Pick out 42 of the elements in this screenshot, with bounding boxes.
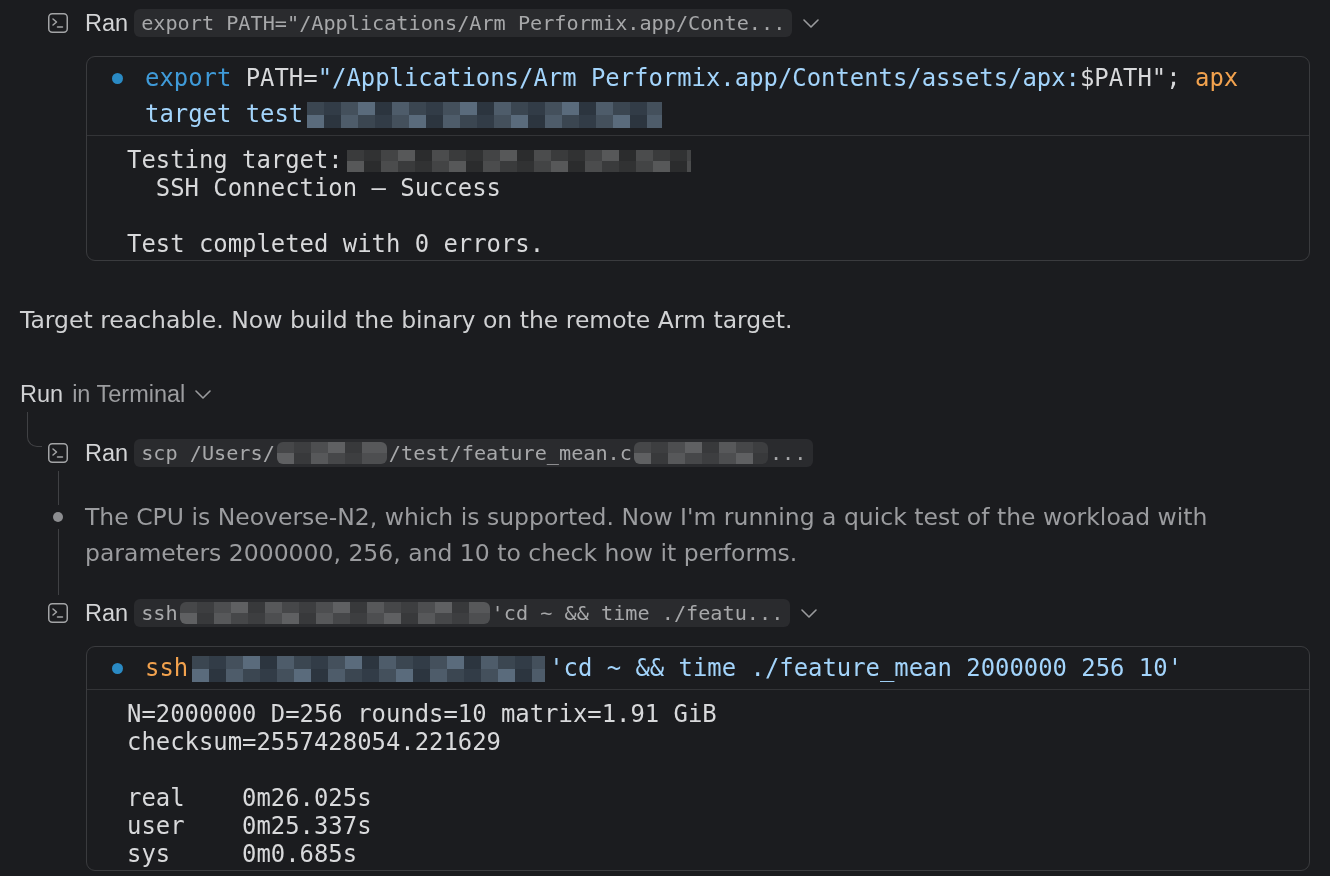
- assistant-message: Target reachable. Now build the binary on the remote Arm target.: [20, 305, 794, 336]
- terminal-output-line: Testing target:: [127, 146, 343, 174]
- terminal-output-line: Test completed with 0 errors.: [127, 230, 545, 258]
- command-preview[interactable]: export PATH="/Applications/Arm Performix.app/Conte...: [134, 9, 793, 37]
- tree-connector-line: [27, 412, 42, 447]
- command-preview-text: scp /Users/: [141, 441, 275, 465]
- chevron-down-icon[interactable]: [801, 608, 818, 618]
- command-preview-text: 'cd ~ && time ./featu...: [491, 601, 784, 625]
- thought-text: The CPU is Neoverse-N2, which is supported. Now I'm running a quick test of the workload with parameters 2000000, 256, and 10 to check how it performs.: [85, 502, 1209, 569]
- terminal-output-line: SSH Connection – Success: [154, 174, 501, 202]
- ran-label: Ran: [85, 9, 129, 38]
- timeline-dot-icon: [53, 512, 63, 522]
- shell-text: $PATH";: [1079, 64, 1182, 92]
- group-target-label: in Terminal: [72, 380, 186, 408]
- quoted-string: "/Applications/Arm Performix.app/Contents/assets/apx:: [317, 64, 1080, 92]
- command-argument: target test: [145, 100, 304, 128]
- command-preview[interactable]: ssh 'cd ~ && time ./featu...: [134, 599, 791, 627]
- terminal-icon: [48, 13, 68, 33]
- chevron-down-icon[interactable]: [803, 18, 820, 28]
- terminal-icon: [48, 603, 68, 623]
- terminal-output-line: N=2000000 D=256 rounds=10 matrix=1.91 GiB: [127, 700, 717, 728]
- shell-keyword: export: [145, 64, 232, 92]
- command-preview[interactable]: scp /Users/ /test/feature_mean.c ...: [134, 439, 814, 467]
- terminal-output-line: checksum=2557428054.221629: [127, 728, 501, 756]
- terminal-output-line: real 0m26.025s: [127, 784, 372, 812]
- command-preview-text: export PATH="/Applications/Arm Performix.app/Conte...: [141, 11, 786, 35]
- chevron-down-icon[interactable]: [195, 389, 212, 399]
- quoted-string: 'cd ~ && time ./feature_mean 2000000 256 10': [549, 654, 1183, 682]
- shell-text: PATH=: [244, 64, 318, 92]
- terminal-output-line: sys 0m0.685s: [127, 840, 358, 868]
- status-dot-icon: [112, 662, 123, 674]
- command-preview-text: /test/feature_mean.c: [388, 441, 632, 465]
- command-preview-text: ssh: [141, 601, 178, 625]
- status-dot-icon: [112, 72, 123, 84]
- ran-label: Ran: [85, 599, 129, 628]
- command-name: ssh: [145, 654, 189, 682]
- terminal-icon: [48, 443, 68, 463]
- command-name: apx: [1195, 64, 1239, 92]
- group-action-label: Run: [20, 380, 64, 408]
- ran-label: Ran: [85, 439, 129, 468]
- terminal-output-line: user 0m25.337s: [127, 812, 372, 840]
- command-preview-text: ...: [769, 441, 807, 465]
